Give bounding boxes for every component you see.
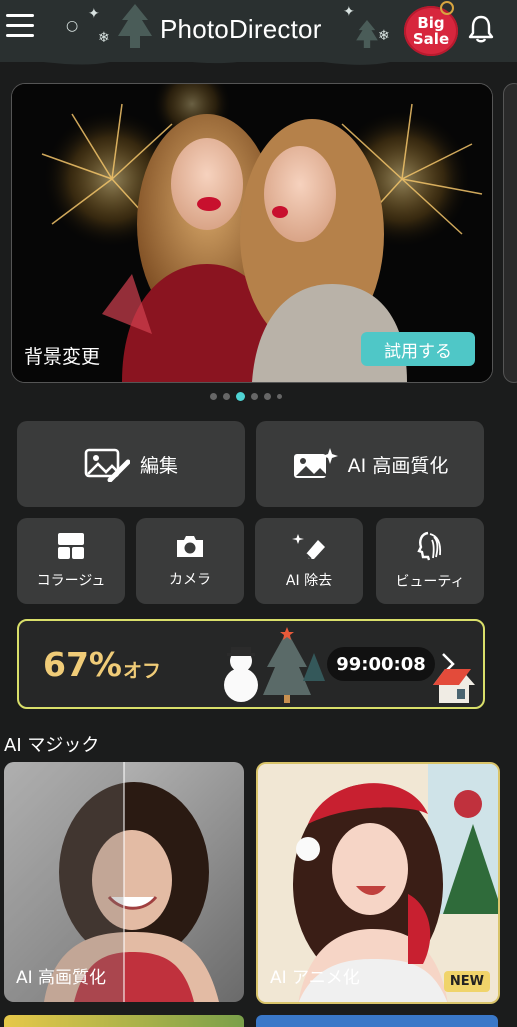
card-label: AI アニメ化 bbox=[270, 968, 360, 988]
carousel-dot[interactable] bbox=[264, 393, 271, 400]
ai-enhance-tool-label: AI 高画質化 bbox=[347, 454, 449, 477]
app-header: ○ ✦ ❄ PhotoDirector ✦ ❄ Big Sale bbox=[0, 0, 517, 65]
next-card-peek[interactable] bbox=[4, 1015, 244, 1027]
ai-enhance-tool-button[interactable]: AI 高画質化 bbox=[256, 421, 484, 507]
big-sale-badge[interactable]: Big Sale bbox=[404, 1, 458, 56]
ai-remove-tool-button[interactable]: AI 除去 bbox=[255, 518, 363, 604]
christmas-decoration-icon bbox=[224, 627, 325, 703]
christmas-tree-icon bbox=[118, 4, 152, 48]
bell-icon[interactable] bbox=[467, 14, 495, 44]
countdown-timer: 99:00:08 bbox=[327, 647, 435, 681]
camera-tool-label: カメラ bbox=[169, 572, 211, 588]
collage-icon bbox=[58, 533, 84, 559]
discount-off-label: オフ bbox=[123, 660, 162, 682]
house-icon bbox=[433, 669, 475, 703]
eraser-icon bbox=[292, 534, 325, 560]
collage-tool-button[interactable]: コラージュ bbox=[17, 518, 125, 604]
photo-edit-icon bbox=[84, 448, 130, 482]
carousel-dot[interactable] bbox=[251, 393, 258, 400]
carousel-dot-active[interactable] bbox=[236, 392, 245, 401]
try-button[interactable]: 試用する bbox=[361, 332, 475, 366]
snowflake-icon: ❄ bbox=[98, 30, 110, 46]
carousel-dot[interactable] bbox=[223, 393, 230, 400]
menu-icon[interactable] bbox=[6, 14, 34, 40]
christmas-tree-icon bbox=[356, 20, 378, 48]
sale-line-2: Sale bbox=[412, 30, 450, 48]
collage-tool-label: コラージュ bbox=[36, 573, 106, 589]
app-brand: PhotoDirector bbox=[160, 14, 322, 44]
sparkle-icon: ✦ bbox=[88, 6, 100, 22]
carousel-dot[interactable] bbox=[210, 393, 217, 400]
circle-decoration-icon: ○ bbox=[66, 18, 79, 34]
section-title: AI マジック bbox=[4, 735, 100, 756]
beauty-tool-button[interactable]: ビューティ bbox=[376, 518, 484, 604]
camera-tool-button[interactable]: カメラ bbox=[136, 518, 244, 604]
sparkle-icon: ✦ bbox=[343, 4, 355, 20]
card-label: AI 高画質化 bbox=[16, 968, 107, 988]
discount-percent: 67% bbox=[43, 645, 122, 684]
ai-remove-tool-label: AI 除去 bbox=[285, 573, 333, 589]
next-banner-peek[interactable] bbox=[503, 83, 517, 383]
feature-banner[interactable]: 背景変更 試用する bbox=[11, 83, 493, 383]
banner-title: 背景変更 bbox=[24, 346, 101, 368]
beauty-tool-label: ビューティ bbox=[395, 574, 465, 590]
sale-line-1: Big bbox=[417, 14, 445, 32]
next-card-peek[interactable] bbox=[256, 1015, 498, 1027]
edit-tool-label: 編集 bbox=[139, 454, 178, 477]
ai-photo-icon bbox=[293, 448, 338, 478]
ai-magic-card[interactable]: AI アニメ化 NEW bbox=[256, 762, 500, 1004]
carousel-dot[interactable] bbox=[277, 394, 282, 399]
edit-tool-button[interactable]: 編集 bbox=[17, 421, 245, 507]
face-profile-icon bbox=[417, 531, 442, 561]
camera-icon bbox=[177, 536, 203, 557]
ai-magic-card[interactable]: AI 高画質化 bbox=[4, 762, 244, 1002]
carousel-indicator bbox=[210, 392, 282, 401]
snowflake-icon: ❄ bbox=[378, 28, 390, 44]
new-badge: NEW bbox=[443, 971, 490, 992]
discount-promo-banner[interactable]: 67% オフ 99:00:08 bbox=[17, 619, 485, 709]
